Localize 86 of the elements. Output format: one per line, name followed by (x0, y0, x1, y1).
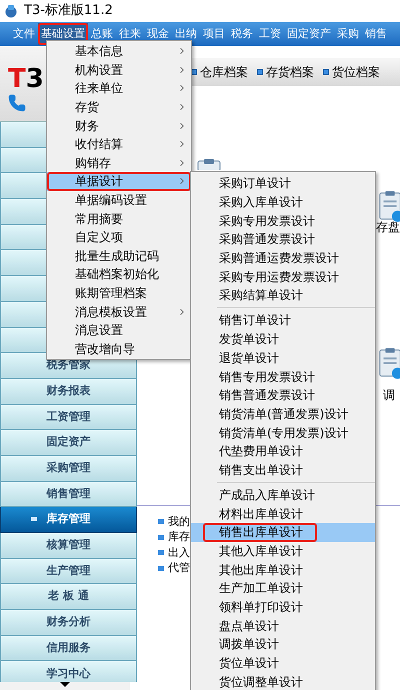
menu-bar-item[interactable]: 项目 (200, 23, 228, 45)
menu-item[interactable]: 采购订单设计 (191, 174, 375, 193)
phone-icon (8, 94, 26, 112)
task-link[interactable]: 库存 (168, 529, 190, 546)
bullet-icon (257, 69, 263, 75)
menu-item[interactable]: 常用摘要 (47, 209, 191, 228)
menu-item[interactable]: 产成品入库单设计 (191, 486, 375, 504)
menu-bar-item[interactable]: 销售 (362, 23, 390, 45)
task-link[interactable]: 代管 (168, 560, 190, 576)
menu-bar-item[interactable]: 总账 (88, 23, 116, 45)
menu-bar-item[interactable]: 文件 (10, 23, 38, 45)
bullet-icon (158, 550, 164, 556)
menu-item[interactable]: 批量生成助记码 (47, 246, 191, 266)
logo: T3 (8, 66, 44, 92)
menu-item[interactable]: 账期管理档案 (47, 284, 191, 302)
menu-item[interactable]: 生产加工单设计 (191, 579, 375, 598)
menu-item[interactable]: 自定义项 (47, 228, 191, 247)
menu-item[interactable]: 盘点单设计 (191, 616, 375, 636)
bullet-icon (31, 517, 37, 522)
menu-item[interactable]: 材料出库单设计 (191, 504, 375, 523)
task-link[interactable]: 出入 (168, 544, 190, 561)
menu-item[interactable]: 采购入库单设计 (191, 192, 375, 212)
menu-bar-item[interactable]: 固定资产 (284, 23, 334, 45)
sidebar-scroll-bar[interactable] (0, 682, 130, 690)
menu-item[interactable]: 采购结算单设计 (191, 286, 375, 305)
sidebar-item[interactable]: 财务报表 (0, 378, 137, 405)
sidebar-item[interactable]: 老 板 通 (0, 584, 137, 610)
shortcut-label: 存盘 (376, 219, 400, 236)
menu-item[interactable]: 销售普通发票设计 (191, 386, 375, 405)
menu-item[interactable]: 其他出库单设计 (191, 560, 375, 580)
sidebar-item[interactable]: 财务分析 (0, 610, 137, 636)
task-link[interactable]: 我的 (168, 514, 190, 530)
menu-bar-item[interactable]: 往来 (116, 23, 144, 45)
menu-item[interactable]: 销售支出单设计 (191, 460, 375, 480)
menu-item[interactable]: 采购专用运费发票设计 (191, 267, 375, 286)
menu-bar-item[interactable]: 现金 (144, 23, 172, 45)
bullet-icon (158, 566, 164, 571)
menu-item[interactable]: 往来单位 (47, 79, 191, 98)
menu-item[interactable]: 基本信息 (47, 42, 191, 61)
menu-item[interactable]: 存货 (47, 98, 191, 116)
menu-item[interactable]: 货位单设计 (191, 654, 375, 672)
document-icon[interactable] (377, 346, 400, 382)
toolbar-button[interactable]: 货位档案 (323, 63, 380, 81)
menu-item[interactable]: 领料单打印设计 (191, 598, 375, 616)
menu-item[interactable]: 销货清单(普通发票)设计 (191, 404, 375, 424)
sidebar-item[interactable]: 固定资产 (0, 430, 137, 456)
menu-item[interactable]: 销售专用发票设计 (191, 367, 375, 386)
sidebar-item[interactable]: 生产管理 (0, 558, 137, 584)
menu-item[interactable]: 消息设置 (47, 320, 191, 340)
sidebar-item[interactable]: 学习中心 (0, 661, 137, 682)
menu-item[interactable]: 货位调整单设计 (191, 672, 375, 690)
sidebar-item[interactable]: 信用服务 (0, 636, 137, 662)
menu-item[interactable]: 财务 (47, 116, 191, 135)
sidebar-item[interactable]: 工资管理 (0, 404, 137, 430)
menu-bar-item[interactable]: 采购 (334, 23, 362, 45)
down-arrow-icon (60, 682, 70, 687)
bullet-icon (158, 519, 164, 524)
menu-item[interactable]: 购销存 (47, 154, 191, 172)
menu-item[interactable]: 销售订单设计 (191, 311, 375, 330)
bullet-icon (158, 534, 164, 540)
sidebar-item[interactable]: 采购管理 (0, 456, 137, 482)
menu-item[interactable]: 调拨单设计 (191, 635, 375, 654)
menu-item[interactable]: 采购普通运费发票设计 (191, 248, 375, 268)
menu-item[interactable]: 退货单设计 (191, 348, 375, 368)
menu-bar-item[interactable]: 工资 (256, 23, 284, 45)
sidebar-item[interactable]: 库存管理 (0, 507, 137, 533)
menu-bar-item[interactable]: 出纳 (172, 23, 200, 45)
menu-item[interactable]: 单据编码设置 (47, 190, 191, 210)
shortcut-label: 调 (383, 387, 395, 404)
toolbar-button[interactable]: 存货档案 (257, 63, 314, 81)
window-title: T3-标准版11.2 (24, 2, 113, 20)
bullet-icon (323, 69, 329, 75)
menu-item[interactable]: 代垫费用单设计 (191, 442, 375, 461)
app-icon (4, 4, 18, 18)
menu-item[interactable]: 发货单设计 (191, 330, 375, 348)
menu-item[interactable]: 机构设置 (47, 60, 191, 80)
menu-item[interactable]: 其他入库单设计 (191, 542, 375, 560)
menu-item[interactable]: 基础档案初始化 (47, 265, 191, 284)
menu-item[interactable]: 采购专用发票设计 (191, 211, 375, 230)
menu-item[interactable]: 销货清单(专用发票)设计 (191, 423, 375, 442)
sidebar-item[interactable]: 销售管理 (0, 482, 137, 508)
menu-bar-item[interactable]: 税务 (228, 23, 256, 45)
sidebar-item[interactable]: 核算管理 (0, 533, 137, 559)
menu-item[interactable]: 收付结算 (47, 134, 191, 154)
menu-item[interactable]: 消息模板设置 (47, 302, 191, 321)
menu-item[interactable]: 采购普通发票设计 (191, 230, 375, 249)
